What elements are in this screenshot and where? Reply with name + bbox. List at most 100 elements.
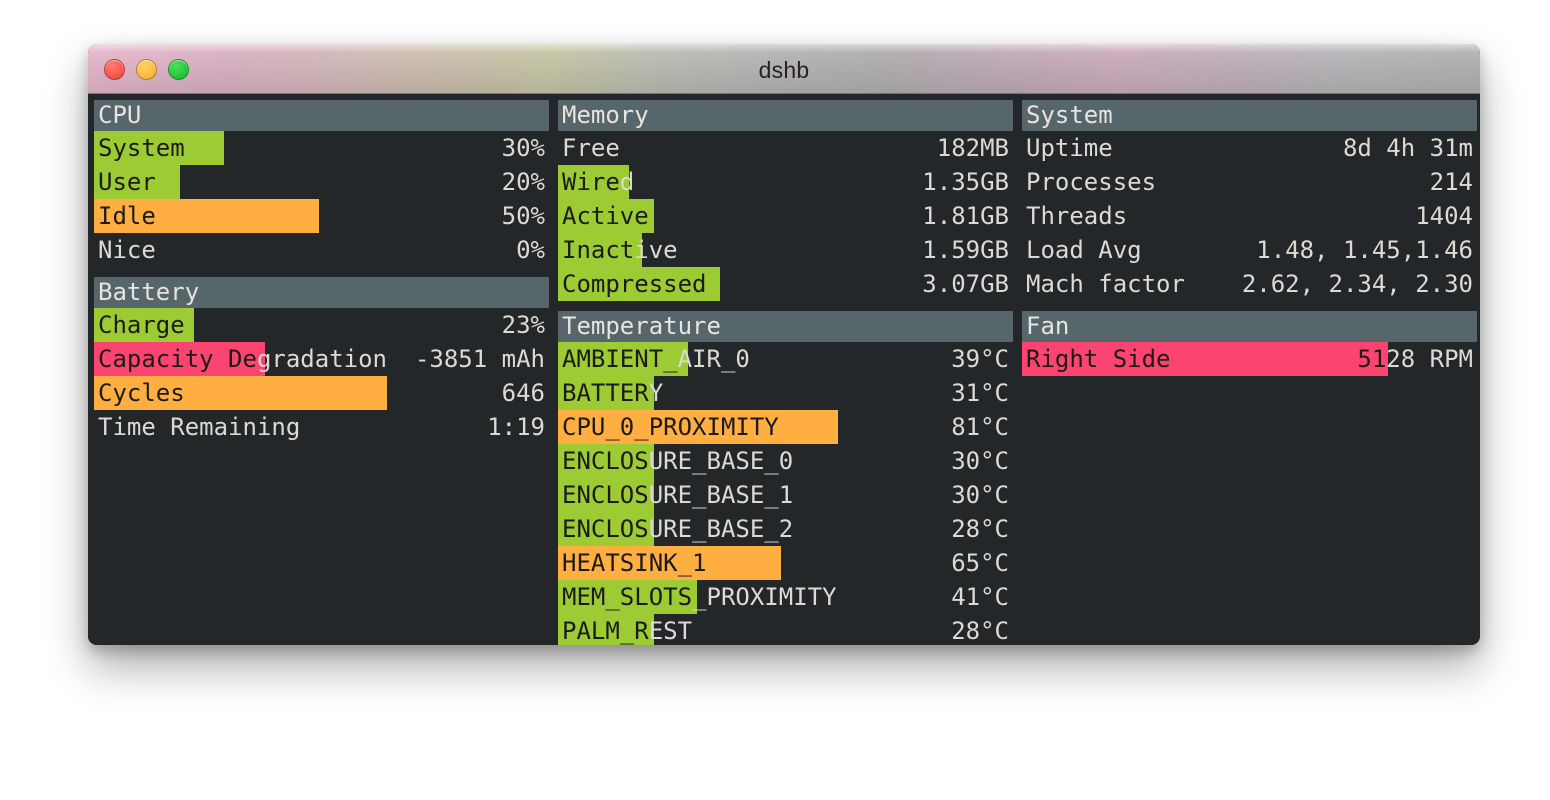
metric-label: HEATSINK_1: [562, 549, 707, 577]
dshb-window: dshb CPU System 30% User 20% Idle 50% Nice 0% B…: [88, 44, 1480, 645]
metric-label: ENCLOSURE_BASE_2: [562, 515, 794, 543]
metric-value: 3.07GB: [922, 270, 1009, 298]
metric-value: 30°C: [951, 481, 1009, 509]
metric-row: Nice 0%: [94, 233, 549, 267]
metric-value: 23%: [501, 311, 545, 339]
metric-value: 1.59GB: [922, 236, 1009, 264]
metric-value: 28°C: [951, 515, 1009, 543]
metric-row: Wired 1.35GB: [558, 165, 1013, 199]
panel-temperature: Temperature AMBIENT_AIR_0 39°C BATTERY 31°C…: [558, 311, 1013, 645]
metric-label: Active: [562, 202, 649, 230]
panel-memory-title: Memory: [558, 100, 1013, 131]
metric-row: Cycles 646: [94, 376, 549, 410]
metric-row: ENCLOSURE_BASE_1 30°C: [558, 478, 1013, 512]
panel-battery-rows: Charge 23% Capacity Degradation -3851 mAh Cy…: [94, 308, 549, 444]
metric-value: 50%: [501, 202, 545, 230]
metric-value: 65°C: [951, 549, 1009, 577]
metric-row: Load Avg 1.48, 1.45,1.46: [1022, 233, 1477, 267]
metric-label: PALM_REST: [562, 617, 693, 645]
metric-row: MEM_SLOTS_PROXIMITY 41°C: [558, 580, 1013, 614]
metric-label: ENCLOSURE_BASE_0: [562, 447, 794, 475]
window-title: dshb: [758, 57, 810, 83]
metric-value: 30%: [501, 134, 545, 162]
panel-battery: Battery Charge 23% Capacity Degradation -38…: [94, 277, 549, 444]
metric-row: Right Side 5128 RPM: [1022, 342, 1477, 376]
metric-label: Uptime: [1026, 134, 1113, 162]
metric-value: 31°C: [951, 379, 1009, 407]
metric-row: Active 1.81GB: [558, 199, 1013, 233]
metric-label: Load Avg: [1026, 236, 1142, 264]
panel-memory-rows: Free 182MB Wired 1.35GB Active 1.81GB Inactive…: [558, 131, 1013, 301]
panel-memory: Memory Free 182MB Wired 1.35GB Active 1.81GB I…: [558, 100, 1013, 301]
panel-system-rows: Uptime 8d 4h 31m Processes 214 Threads 1404 Lo…: [1022, 131, 1477, 301]
metric-value: 1404: [1415, 202, 1473, 230]
metric-row: HEATSINK_1 65°C: [558, 546, 1013, 580]
panel-cpu: CPU System 30% User 20% Idle 50% Nice 0%: [94, 100, 549, 267]
metric-label: Compressed: [562, 270, 707, 298]
metric-value: 30°C: [951, 447, 1009, 475]
column-left: CPU System 30% User 20% Idle 50% Nice 0% Batter…: [94, 100, 549, 637]
metric-label: CPU_0_PROXIMITY: [562, 413, 779, 441]
panel-temperature-rows: AMBIENT_AIR_0 39°C BATTERY 31°C CPU_0_PROXIM…: [558, 342, 1013, 645]
panel-fan-rows: Right Side 5128 RPM: [1022, 342, 1477, 376]
metric-row: Time Remaining 1:19: [94, 410, 549, 444]
metric-row: Mach factor 2.62, 2.34, 2.30: [1022, 267, 1477, 301]
column-middle: Memory Free 182MB Wired 1.35GB Active 1.81GB I…: [558, 100, 1013, 645]
metric-value: 5128 RPM: [1357, 345, 1473, 373]
metric-value: 646: [501, 379, 545, 407]
metric-value: 214: [1429, 168, 1473, 196]
metric-value: 0%: [516, 236, 545, 264]
metric-row: Inactive 1.59GB: [558, 233, 1013, 267]
metric-label: BATTERY: [562, 379, 664, 407]
column-right: System Uptime 8d 4h 31m Processes 214 Thread…: [1022, 100, 1477, 637]
metric-value: 1.48, 1.45,1.46: [1256, 236, 1473, 264]
metric-value: 39°C: [951, 345, 1009, 373]
metric-row: BATTERY 31°C: [558, 376, 1013, 410]
metric-value: 1.81GB: [922, 202, 1009, 230]
metric-label: Threads: [1026, 202, 1128, 230]
metric-row: CPU_0_PROXIMITY 81°C: [558, 410, 1013, 444]
panel-cpu-rows: System 30% User 20% Idle 50% Nice 0%: [94, 131, 549, 267]
metric-row: Charge 23%: [94, 308, 549, 342]
metric-row: Compressed 3.07GB: [558, 267, 1013, 301]
metric-label: Right Side: [1026, 345, 1171, 373]
metric-label: Time Remaining: [98, 413, 301, 441]
panel-battery-title: Battery: [94, 277, 549, 308]
metric-label: Capacity Degradation: [98, 345, 387, 373]
panel-system: System Uptime 8d 4h 31m Processes 214 Thread…: [1022, 100, 1477, 301]
metric-row: PALM_REST 28°C: [558, 614, 1013, 645]
metric-row: AMBIENT_AIR_0 39°C: [558, 342, 1013, 376]
panel-cpu-title: CPU: [94, 100, 549, 131]
metric-row: ENCLOSURE_BASE_2 28°C: [558, 512, 1013, 546]
desktop-background: dshb CPU System 30% User 20% Idle 50% Nice 0% B…: [0, 0, 1550, 800]
panel-system-title: System: [1022, 100, 1477, 131]
metric-label: ENCLOSURE_BASE_1: [562, 481, 794, 509]
metric-label: Free: [562, 134, 620, 162]
metric-label: AMBIENT_AIR_0: [562, 345, 750, 373]
metric-value: 182MB: [936, 134, 1009, 162]
metric-label: Idle: [98, 202, 156, 230]
metric-row: Processes 214: [1022, 165, 1477, 199]
metric-row: System 30%: [94, 131, 549, 165]
metric-label: User: [98, 168, 156, 196]
metric-label: Cycles: [98, 379, 185, 407]
panel-fan: Fan Right Side 5128 RPM: [1022, 311, 1477, 376]
metric-row: Idle 50%: [94, 199, 549, 233]
metric-label: Mach factor: [1026, 270, 1185, 298]
dashboard-grid: CPU System 30% User 20% Idle 50% Nice 0% Batter…: [88, 94, 1480, 645]
metric-label: Processes: [1026, 168, 1157, 196]
metric-row: User 20%: [94, 165, 549, 199]
metric-row: Capacity Degradation -3851 mAh: [94, 342, 549, 376]
metric-value: 1:19: [487, 413, 545, 441]
metric-value: 8d 4h 31m: [1342, 134, 1473, 162]
metric-label: Wired: [562, 168, 635, 196]
metric-label: MEM_SLOTS_PROXIMITY: [562, 583, 837, 611]
metric-value: 28°C: [951, 617, 1009, 645]
metric-row: Free 182MB: [558, 131, 1013, 165]
metric-row: Threads 1404: [1022, 199, 1477, 233]
metric-label: Inactive: [562, 236, 678, 264]
window-titlebar[interactable]: dshb: [88, 44, 1480, 94]
metric-value: -3851 mAh: [414, 345, 545, 373]
panel-temperature-title: Temperature: [558, 311, 1013, 342]
metric-label: Nice: [98, 236, 156, 264]
